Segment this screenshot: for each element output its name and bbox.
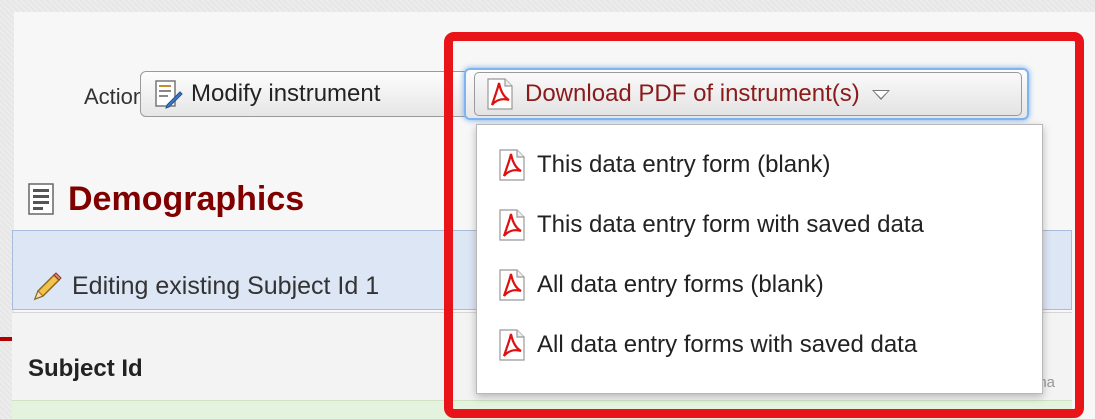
pencil-icon	[33, 272, 62, 301]
menu-item-label: This data entry form (blank)	[537, 151, 831, 178]
download-pdf-button[interactable]: Download PDF of instrument(s)	[464, 68, 1029, 120]
chevron-down-icon	[871, 90, 890, 100]
download-pdf-dropdown-menu: This data entry form (blank) This data e…	[476, 124, 1043, 394]
menu-item-label: This data entry form with saved data	[537, 211, 924, 238]
pdf-icon	[499, 329, 525, 361]
next-field-row	[12, 400, 1072, 419]
menu-item-all-forms-blank[interactable]: All data entry forms (blank)	[477, 255, 1042, 315]
instrument-title: Demographics	[68, 180, 305, 218]
download-pdf-button-inner[interactable]: Download PDF of instrument(s)	[474, 72, 1022, 116]
menu-item-this-form-blank[interactable]: This data entry form (blank)	[477, 135, 1042, 195]
pdf-icon	[499, 149, 525, 181]
modify-instrument-button[interactable]: Modify instrument	[140, 71, 480, 117]
pdf-icon	[499, 209, 525, 241]
editing-record-text: Editing existing Subject Id 1	[72, 272, 380, 300]
menu-item-all-forms-saved-data[interactable]: All data entry forms with saved data	[477, 315, 1042, 375]
edit-document-icon	[153, 79, 183, 109]
menu-item-label: All data entry forms with saved data	[537, 331, 918, 358]
pdf-icon	[487, 78, 513, 110]
form-icon	[28, 183, 54, 215]
download-pdf-label: Download PDF of instrument(s)	[525, 80, 860, 107]
subject-id-label: Subject Id	[28, 355, 143, 382]
modify-instrument-label: Modify instrument	[191, 80, 381, 107]
pdf-icon	[499, 269, 525, 301]
menu-item-label: All data entry forms (blank)	[537, 271, 824, 298]
menu-item-this-form-saved-data[interactable]: This data entry form with saved data	[477, 195, 1042, 255]
